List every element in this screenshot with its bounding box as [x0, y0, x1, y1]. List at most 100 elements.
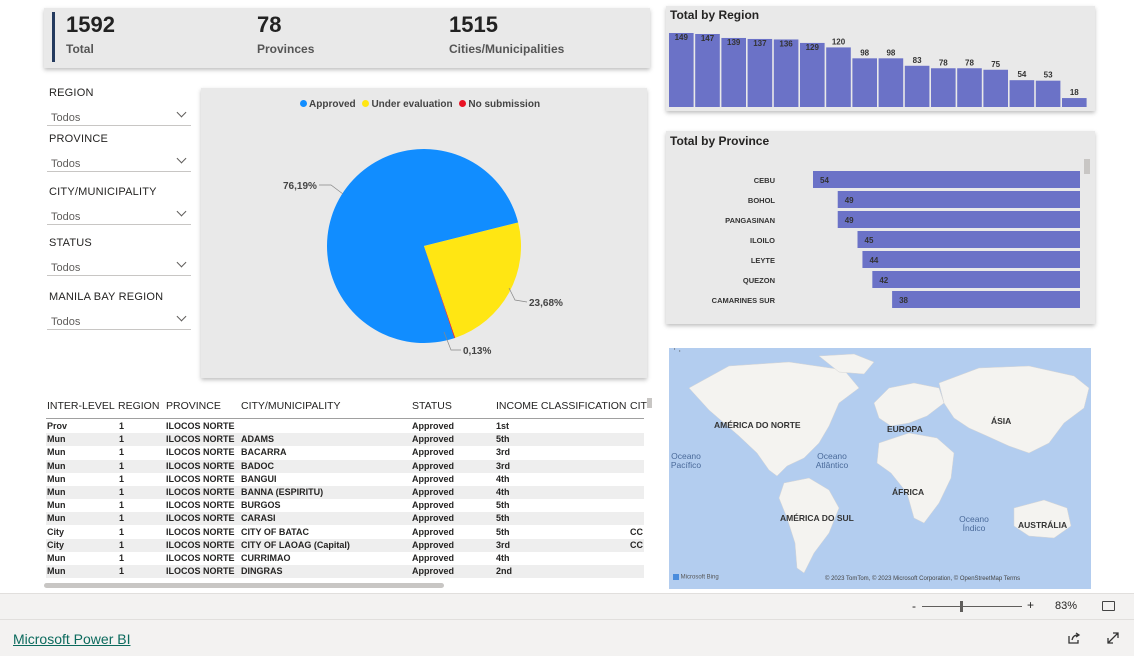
province-bar[interactable] — [813, 171, 1080, 188]
table-cell: CITY OF LAOAG (Capital) — [241, 539, 350, 550]
table-header-province[interactable]: PROVINCE — [166, 400, 221, 412]
table-cell: Approved — [412, 421, 455, 431]
region-bar-label: 136 — [779, 39, 793, 48]
table-vertical-scrollbar[interactable] — [647, 398, 652, 408]
region-bar[interactable] — [878, 58, 904, 107]
kpi-cities-label: Cities/Municipalities — [449, 42, 565, 56]
map-label-europe: EUROPA — [887, 424, 923, 434]
table-row[interactable]: Prov 1 ILOCOS NORTE Approved 1st — [46, 420, 644, 433]
table-cell: ILOCOS NORTE — [166, 500, 235, 511]
zoom-slider-track[interactable] — [922, 606, 1022, 607]
region-bar[interactable] — [1009, 80, 1035, 107]
region-bar-label: 18 — [1070, 88, 1079, 97]
region-bar[interactable] — [826, 47, 851, 107]
region-bar[interactable] — [800, 42, 825, 107]
table-header-cit[interactable]: CIT — [630, 400, 647, 412]
region-bar[interactable] — [773, 39, 799, 107]
table-row[interactable]: Mun 1 ILOCOS NORTE BANNA (ESPIRITU) Approved… — [46, 486, 644, 499]
province-bar[interactable] — [837, 191, 1080, 208]
region-bar[interactable] — [669, 33, 694, 107]
province-category-label: CEBU — [754, 176, 775, 185]
table-cell: CITY OF BATAC — [241, 526, 309, 537]
table-cell: ILOCOS NORTE — [166, 513, 235, 524]
table-row[interactable]: Mun 1 ILOCOS NORTE DINGRAS Approved 2nd — [46, 565, 644, 579]
slicer-region-dropdown[interactable]: Todos — [47, 107, 191, 126]
slicer-city-dropdown[interactable]: Todos — [47, 206, 191, 225]
region-bar[interactable] — [957, 68, 982, 107]
table-header-region[interactable]: REGION — [118, 400, 159, 412]
table-row[interactable]: Mun 1 ILOCOS NORTE BACARRA Approved 3rd — [46, 446, 644, 459]
slicer-province-title: PROVINCE — [49, 133, 109, 145]
province-bar-chart[interactable]: CEBU 54 BOHOL 49 PANGASINAN 49 ILOILO 45 LEYTE 44… — [666, 131, 1095, 324]
table-cell: ILOCOS NORTE — [166, 539, 235, 550]
fit-page-icon[interactable] — [1102, 601, 1115, 611]
world-map[interactable]: AMÉRICA DO NORTE EUROPA ÁSIA ÁFRICA AMÉR… — [669, 348, 1091, 589]
slicer-region-value: Todos — [51, 112, 81, 124]
slicer-manila-dropdown[interactable]: Todos — [47, 311, 191, 330]
region-bar[interactable] — [695, 33, 720, 107]
province-bar[interactable] — [872, 271, 1080, 288]
table-header-interlevel[interactable]: INTER-LEVEL — [47, 400, 115, 412]
region-bar[interactable] — [1062, 98, 1087, 107]
table-row[interactable]: Mun 1 ILOCOS NORTE BANGUI Approved 4th — [46, 473, 644, 486]
region-bar[interactable] — [747, 38, 773, 107]
table-cell: Mun — [47, 566, 66, 577]
province-bar[interactable] — [892, 291, 1080, 308]
chevron-down-icon — [176, 153, 187, 164]
slicer-manila-value: Todos — [51, 316, 81, 328]
map-label-pacific: Oceano Pacífico — [670, 451, 702, 470]
map-label-asia: ÁSIA — [991, 416, 1012, 426]
table-cell: Approved — [412, 526, 455, 537]
table-horizontal-scrollbar[interactable] — [44, 583, 444, 588]
region-bar[interactable] — [983, 69, 1008, 107]
pie-chart[interactable]: 76,19% 23,68% 0,13% — [201, 88, 647, 378]
table-cell: 3rd — [496, 447, 511, 458]
region-bar[interactable] — [904, 65, 930, 107]
table-cell: Approved — [412, 513, 455, 524]
table-header-city[interactable]: CITY/MUNICIPALITY — [241, 400, 341, 412]
region-bar[interactable] — [931, 68, 956, 107]
table-cell: Approved — [412, 447, 455, 458]
bing-logo: Microsoft Bing — [673, 574, 719, 581]
slicer-province-dropdown[interactable]: Todos — [47, 153, 191, 172]
region-bar[interactable] — [721, 37, 746, 107]
bing-icon — [673, 574, 679, 580]
table-cell: 1 — [119, 566, 125, 577]
zoom-out-button[interactable]: - — [912, 599, 916, 613]
table-row[interactable]: Mun 1 ILOCOS NORTE CARASI Approved 5th — [46, 512, 644, 526]
pie-leader-line — [319, 184, 344, 195]
table-row[interactable]: Mun 1 ILOCOS NORTE ADAMS Approved 5th — [46, 433, 644, 447]
table-row[interactable]: City 1 ILOCOS NORTE CITY OF BATAC Approved 5t… — [46, 526, 644, 539]
region-bar-chart[interactable]: 149 147 139 137 136 129 120 98 98 83 78 78 75 54 53 18 — [666, 6, 1095, 111]
province-bar[interactable] — [837, 211, 1080, 228]
province-bar-label: 54 — [820, 176, 829, 185]
table-header-status[interactable]: STATUS — [412, 400, 452, 412]
province-bar[interactable] — [862, 251, 1080, 268]
table-cell: ILOCOS NORTE — [166, 526, 235, 537]
province-scrollbar[interactable] — [1084, 159, 1090, 174]
region-bar[interactable] — [852, 58, 877, 107]
table-header-income[interactable]: INCOME CLASSIFICATION — [496, 400, 627, 412]
fullscreen-icon[interactable] — [1106, 631, 1120, 645]
chevron-down-icon — [176, 107, 187, 118]
province-bar[interactable] — [857, 231, 1081, 248]
zoom-in-button[interactable]: + — [1027, 598, 1034, 612]
zoom-slider-thumb[interactable] — [960, 601, 963, 612]
slicer-status-dropdown[interactable]: Todos — [47, 257, 191, 276]
table-row[interactable]: City 1 ILOCOS NORTE CITY OF LAOAG (Capital)… — [46, 538, 644, 552]
province-category-label: CAMARINES SUR — [712, 296, 776, 305]
power-bi-link[interactable]: Microsoft Power BI — [13, 631, 130, 647]
table-cell: 5th — [496, 434, 510, 445]
table-row[interactable]: Mun 1 ILOCOS NORTE BADOC Approved 3rd — [46, 459, 644, 473]
table-row[interactable]: Mun 1 ILOCOS NORTE CURRIMAO Approved 4th — [46, 552, 644, 565]
table-cell: ADAMS — [241, 434, 274, 445]
share-icon[interactable] — [1067, 631, 1081, 645]
map-attribution[interactable]: © 2023 TomTom, © 2023 Microsoft Corporat… — [825, 576, 1020, 582]
region-bar[interactable] — [1035, 80, 1061, 107]
table-row[interactable]: Mun 1 ILOCOS NORTE BURGOS Approved 5th — [46, 499, 644, 512]
table-cell: Approved — [412, 434, 455, 445]
bing-label: Microsoft Bing — [680, 574, 719, 581]
map-label-indian: Oceano Índico — [959, 514, 989, 533]
table-cell: 4th — [496, 487, 510, 497]
table-cell: ILOCOS NORTE — [166, 473, 235, 484]
